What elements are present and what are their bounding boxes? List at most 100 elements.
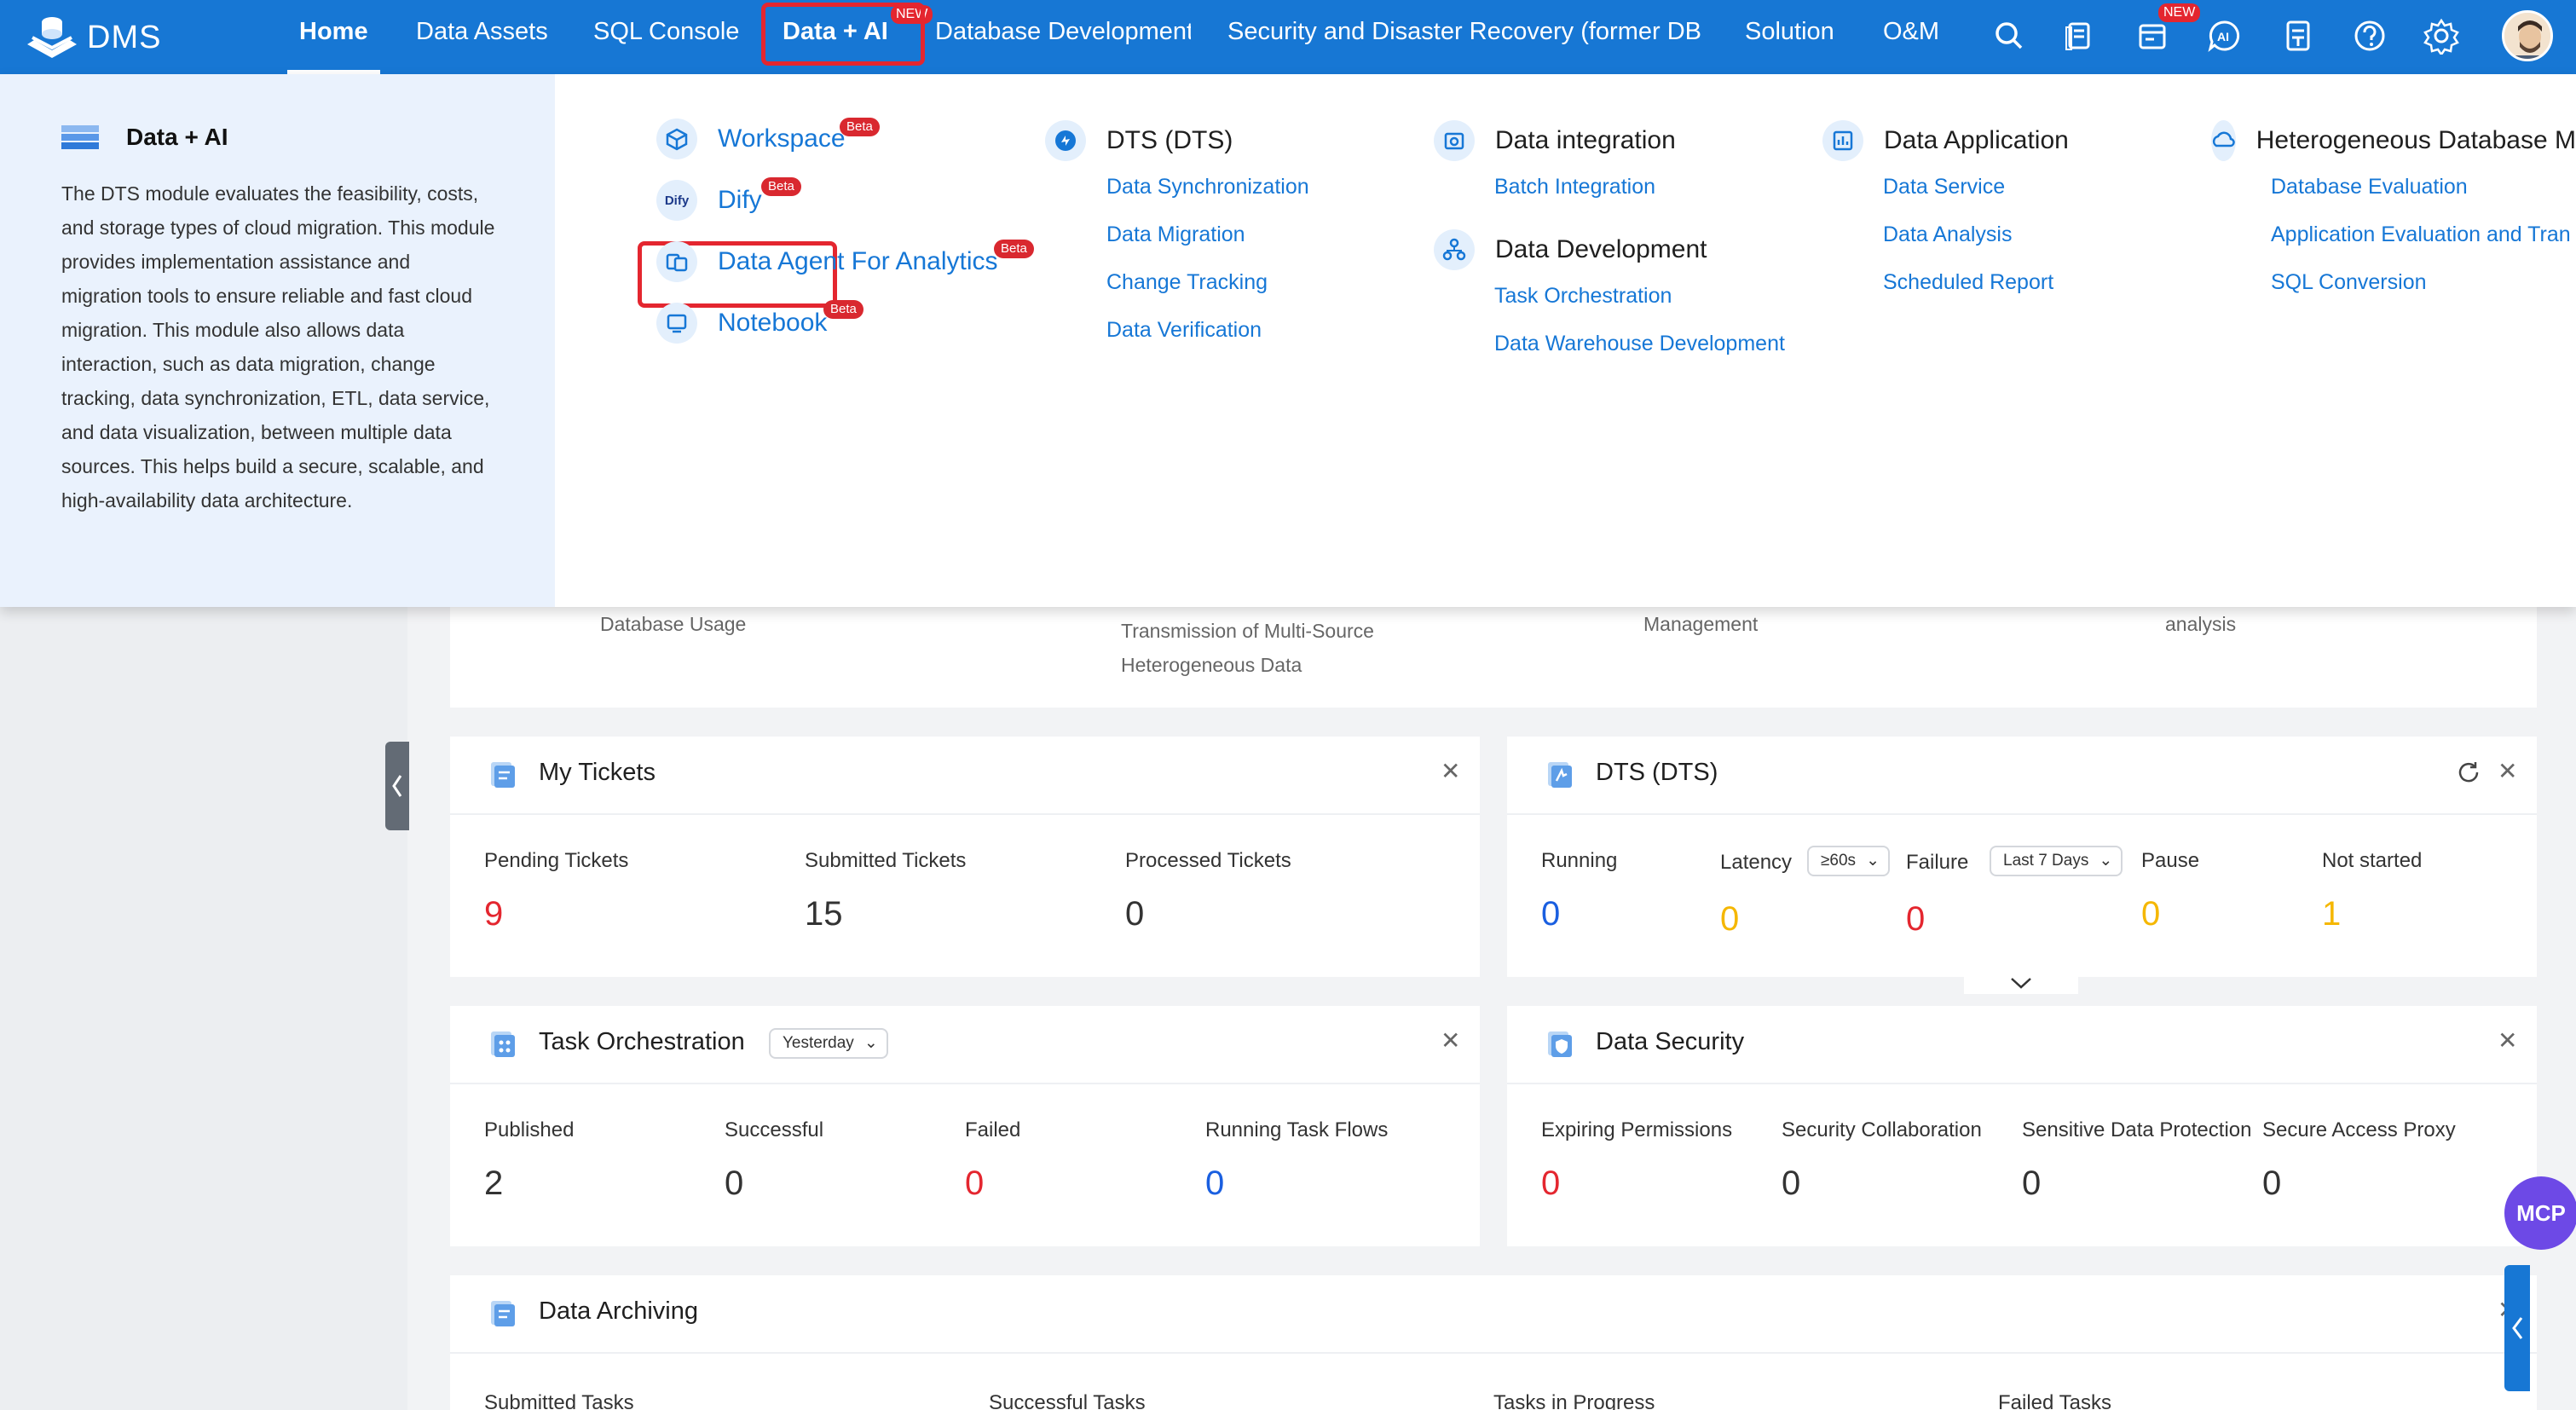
failure-filter-select[interactable]: Last 7 Days ⌄ [1990, 846, 2123, 876]
expand-toggle[interactable] [1964, 972, 2078, 994]
link-database-evaluation[interactable]: Database Evaluation [2271, 175, 2468, 199]
mcp-floating-button[interactable]: MCP [2504, 1176, 2576, 1250]
stat-value-running[interactable]: 0 [1541, 895, 1560, 933]
chevron-down-icon [2011, 978, 2031, 989]
dms-logo-icon [27, 17, 77, 58]
menu-item-workspace[interactable]: Workspace [656, 118, 846, 159]
stat-value-processed[interactable]: 0 [1125, 895, 1144, 933]
task-orchestration-date-select[interactable]: Yesterday ⌄ [769, 1028, 888, 1059]
menu-column-heterogeneous-database: Heterogeneous Database M [2211, 120, 2576, 161]
close-icon[interactable]: ✕ [1441, 757, 1460, 785]
link-scheduled-report[interactable]: Scheduled Report [1883, 270, 2053, 295]
stat-label-successful: Successful [725, 1118, 824, 1141]
stat-value-failed[interactable]: 0 [965, 1164, 984, 1203]
stat-value-expiring-permissions[interactable]: 0 [1541, 1164, 1560, 1203]
card-header [450, 1275, 2537, 1354]
sidebar-collapse-button[interactable] [385, 742, 409, 830]
task-orchestration-title: Task Orchestration [539, 1028, 745, 1055]
close-icon[interactable]: ✕ [1441, 1026, 1460, 1055]
stat-label-pause: Pause [2141, 849, 2200, 872]
stat-value-pending[interactable]: 9 [484, 895, 503, 933]
stat-value-not-started[interactable]: 1 [2322, 895, 2341, 933]
stat-value-submitted[interactable]: 15 [805, 895, 843, 933]
stat-value-sensitive-data-protection[interactable]: 0 [2022, 1164, 2041, 1203]
dts-card-title: DTS (DTS) [1596, 759, 1718, 786]
right-panel-collapse-button[interactable] [2504, 1265, 2530, 1391]
stat-value-security-collaboration[interactable]: 0 [1782, 1164, 1800, 1203]
stat-label-failed-tasks: Failed Tasks [1998, 1391, 2111, 1410]
nav-database-development[interactable]: Database Development [935, 0, 1191, 74]
link-data-analysis[interactable]: Data Analysis [1883, 222, 2012, 247]
latency-filter-select[interactable]: ≥60s ⌄ [1807, 846, 1891, 876]
search-icon[interactable] [1990, 17, 2028, 55]
task-orchestration-icon [491, 1031, 515, 1057]
link-change-tracking[interactable]: Change Tracking [1106, 270, 1268, 295]
nav-data-assets[interactable]: Data Assets [416, 0, 548, 74]
stat-value-pause[interactable]: 0 [2141, 895, 2160, 933]
nav-security-disaster-recovery[interactable]: Security and Disaster Recovery (former D… [1227, 0, 1705, 74]
nav-om[interactable]: O&M [1883, 0, 1939, 74]
nav-home[interactable]: Home [287, 0, 380, 74]
link-data-warehouse-development[interactable]: Data Warehouse Development [1494, 332, 1785, 356]
data-ai-section-icon [61, 125, 99, 149]
dify-icon: Dify [656, 180, 697, 221]
data-archiving-title: Data Archiving [539, 1297, 698, 1325]
menu-item-notebook-label: Notebook [718, 309, 828, 337]
user-avatar[interactable] [2502, 10, 2553, 61]
banner-text-multi-source: Transmission of Multi-Source Heterogeneo… [1121, 620, 1374, 676]
avatar-portrait-icon [2504, 13, 2550, 59]
link-data-service[interactable]: Data Service [1883, 175, 2005, 199]
database-icon[interactable] [2061, 17, 2099, 55]
link-batch-integration[interactable]: Batch Integration [1494, 175, 1655, 199]
menu-item-workspace-label: Workspace [718, 124, 846, 153]
stat-value-failure[interactable]: 0 [1906, 900, 1925, 939]
link-data-synchronization[interactable]: Data Synchronization [1106, 175, 1309, 199]
link-task-orchestration[interactable]: Task Orchestration [1494, 284, 1672, 309]
stat-label-sensitive-data-protection: Sensitive Data Protection [2022, 1118, 2252, 1141]
stat-label-not-started: Not started [2322, 849, 2423, 872]
stat-label-expiring-permissions: Expiring Permissions [1541, 1118, 1733, 1141]
calendar-icon[interactable] [2134, 17, 2171, 55]
task-orchestration-card: Task Orchestration Yesterday ⌄ ✕ Publish… [450, 1006, 1480, 1246]
menu-item-data-agent[interactable]: Data Agent For Analytics [656, 241, 998, 282]
data-security-card: Data Security ✕ Expiring Permissions 0 S… [1507, 1006, 2537, 1246]
menu-description-panel: Data + AI The DTS module evaluates the f… [0, 74, 555, 607]
document-icon[interactable] [2279, 17, 2317, 55]
stat-value-successful[interactable]: 0 [725, 1164, 743, 1203]
link-data-migration[interactable]: Data Migration [1106, 222, 1245, 247]
ai-chat-icon[interactable]: AI [2206, 17, 2244, 55]
menu-column-data-application: Data Application [1822, 120, 2069, 161]
link-sql-conversion[interactable]: SQL Conversion [2271, 270, 2427, 295]
nav-data-ai-highlight-box [761, 3, 925, 66]
help-icon[interactable] [2351, 17, 2388, 55]
refresh-icon[interactable] [2455, 759, 2482, 786]
link-data-verification[interactable]: Data Verification [1106, 318, 1262, 343]
stat-label-submitted: Submitted Tickets [805, 849, 967, 872]
stat-value-running-task-flows[interactable]: 0 [1205, 1164, 1224, 1203]
menu-column-dts-title: DTS (DTS) [1106, 126, 1233, 154]
logo-text: DMS [87, 19, 162, 55]
menu-column-data-integration: Data integration [1434, 120, 1676, 161]
nav-solution[interactable]: Solution [1745, 0, 1834, 74]
chevron-down-icon: ⌄ [863, 1034, 878, 1052]
data-archiving-card: Data Archiving ✕ Submitted Tasks Success… [450, 1275, 2537, 1410]
menu-item-dify[interactable]: Dify Dify [656, 180, 762, 221]
stat-label-failed: Failed [965, 1118, 1021, 1141]
stat-value-published[interactable]: 2 [484, 1164, 503, 1203]
stat-value-secure-access-proxy[interactable]: 0 [2262, 1164, 2281, 1203]
nav-sql-console[interactable]: SQL Console [593, 0, 739, 74]
close-icon[interactable]: ✕ [2498, 757, 2517, 785]
data-agent-icon [656, 241, 697, 282]
menu-item-notebook[interactable]: Notebook [656, 303, 827, 344]
link-application-evaluation[interactable]: Application Evaluation and Tran [2271, 222, 2576, 247]
banner-text-analysis: analysis [2165, 613, 2237, 635]
data-archiving-icon [491, 1301, 515, 1326]
dms-logo[interactable]: DMS [24, 10, 161, 65]
heterogeneous-database-icon [2211, 120, 2236, 161]
menu-column-data-integration-title: Data integration [1495, 126, 1676, 154]
stat-label-pending: Pending Tickets [484, 849, 629, 872]
menu-column-dts: DTS (DTS) [1045, 120, 1233, 161]
settings-icon[interactable] [2423, 17, 2460, 55]
stat-value-latency[interactable]: 0 [1720, 900, 1739, 939]
close-icon[interactable]: ✕ [2498, 1026, 2517, 1055]
